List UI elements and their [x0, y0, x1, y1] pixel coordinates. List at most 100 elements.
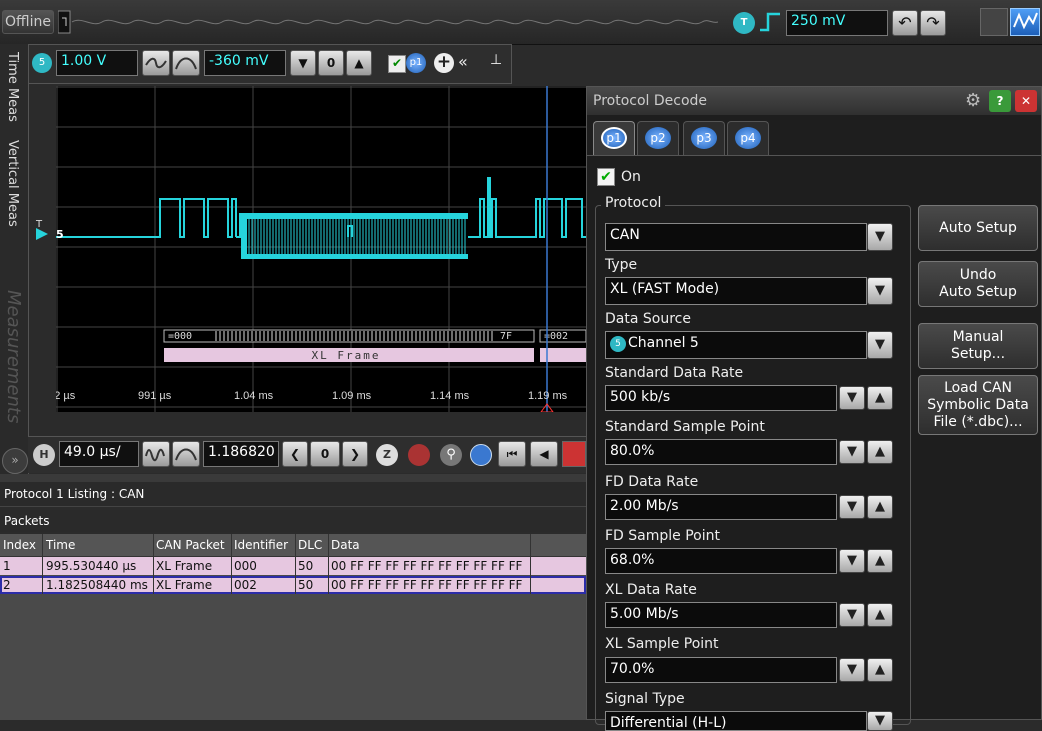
fd-sp-up-icon[interactable]: ▲	[867, 549, 893, 573]
protocol-dropdown-icon[interactable]: ▼	[867, 223, 893, 251]
zoom-icon[interactable]: Z	[376, 444, 398, 466]
protocol-select[interactable]: CAN	[605, 223, 867, 251]
data-source-select[interactable]: 5 Channel 5	[605, 331, 867, 359]
fd-rate-down-icon[interactable]: ▼	[839, 495, 865, 519]
listing-splitter[interactable]	[0, 474, 586, 482]
fd-rate-up-icon[interactable]: ▲	[867, 495, 893, 519]
redo-icon[interactable]: ↷	[920, 10, 946, 36]
xl-rate-field[interactable]: 5.00 Mb/s	[605, 602, 837, 628]
increase-scale-icon[interactable]	[172, 50, 200, 76]
clock-icon[interactable]	[470, 444, 492, 466]
waveform-overview[interactable]	[58, 10, 718, 34]
load-can-dbc-button[interactable]: Load CAN Symbolic Data File (*.dbc)...	[918, 375, 1038, 435]
tab-p4[interactable]: p4	[727, 121, 769, 155]
col-data[interactable]: Data	[331, 538, 360, 552]
rising-edge-icon[interactable]	[758, 10, 784, 34]
settings-icon[interactable]: ⚙	[965, 90, 987, 112]
tab-p1[interactable]: p1	[593, 121, 635, 155]
std-rate-field[interactable]: 500 kb/s	[605, 385, 837, 411]
stop-icon[interactable]	[562, 441, 586, 467]
vertical-scale-field[interactable]: 1.00 V	[56, 50, 138, 76]
xl-sp-up-icon[interactable]: ▲	[867, 658, 893, 682]
listing-title: Protocol 1 Listing : CAN	[4, 487, 145, 501]
col-identifier[interactable]: Identifier	[234, 538, 288, 552]
horizontal-position-field[interactable]: 1.186820	[203, 441, 279, 467]
trigger-level-field[interactable]: 250 mV	[786, 10, 888, 36]
offset-up-icon[interactable]: ▲	[346, 50, 372, 76]
tab-p3[interactable]: p3	[683, 121, 725, 155]
type-select[interactable]: XL (FAST Mode)	[605, 277, 867, 305]
fd-rate-label: FD Data Rate	[605, 474, 699, 490]
signal-type-dropdown-icon[interactable]: ▼	[867, 711, 893, 731]
tab-p2[interactable]: p2	[637, 121, 679, 155]
std-rate-down-icon[interactable]: ▼	[839, 386, 865, 410]
trigger-marker: T	[36, 219, 43, 230]
help-icon[interactable]: ?	[989, 90, 1011, 112]
std-sp-down-icon[interactable]: ▼	[839, 440, 865, 464]
position-right-icon[interactable]: ❯	[342, 441, 368, 467]
xl-rate-down-icon[interactable]: ▼	[839, 603, 865, 627]
std-sp-field[interactable]: 80.0%	[605, 439, 837, 465]
xl-rate-up-icon[interactable]: ▲	[867, 603, 893, 627]
data-source-label: Data Source	[605, 311, 691, 327]
step-back-icon[interactable]: ◀	[530, 441, 558, 467]
col-can-packet[interactable]: CAN Packet	[156, 538, 225, 552]
add-icon[interactable]: +	[434, 53, 454, 73]
auto-scale-icon[interactable]	[1010, 8, 1040, 36]
position-zero-icon[interactable]: 0	[310, 441, 340, 467]
side-tab-vertical-meas[interactable]: Vertical Meas	[5, 140, 20, 240]
decrease-scale-icon[interactable]	[142, 50, 170, 76]
waveform-display[interactable]: =000 7F =002 XL Frame 942 µs991 µs1.04 m…	[56, 86, 586, 412]
undo-auto-setup-button[interactable]: Undo Auto Setup	[918, 261, 1038, 307]
pin-icon[interactable]: ⊥	[490, 52, 506, 72]
horizontal-badge[interactable]: H	[33, 444, 55, 466]
grid-icon[interactable]	[408, 444, 430, 466]
col-time[interactable]: Time	[46, 538, 75, 552]
collapse-icon[interactable]: «	[458, 52, 478, 72]
frame-start-label: =000	[168, 331, 192, 342]
col-dlc[interactable]: DLC	[298, 538, 322, 552]
std-sp-up-icon[interactable]: ▲	[867, 440, 893, 464]
offline-status[interactable]: Offline	[2, 10, 54, 34]
panel-title: Protocol Decode	[593, 93, 708, 109]
timebase-increase-icon[interactable]	[172, 441, 200, 467]
skip-start-icon[interactable]: ⏮	[498, 441, 526, 467]
xl-sp-down-icon[interactable]: ▼	[839, 658, 865, 682]
channel-5-badge[interactable]: 5	[32, 53, 52, 73]
on-label: On	[621, 169, 641, 185]
signal-type-select[interactable]: Differential (H-L)	[605, 711, 867, 731]
xl-sp-field[interactable]: 70.0%	[605, 657, 837, 683]
undo-icon[interactable]: ↶	[892, 10, 918, 36]
type-dropdown-icon[interactable]: ▼	[867, 277, 893, 305]
p1-badge[interactable]: p1	[406, 53, 426, 73]
col-index[interactable]: Index	[3, 538, 36, 552]
table-row[interactable]: 1 995.530440 µs XL Frame 000 50 00 FF FF…	[0, 557, 586, 575]
fd-sp-field[interactable]: 68.0%	[605, 548, 837, 574]
auto-setup-button[interactable]: Auto Setup	[918, 205, 1038, 251]
offset-field[interactable]: -360 mV	[204, 50, 286, 76]
layout-icon[interactable]	[980, 8, 1008, 36]
search-icon[interactable]: ⚲	[440, 444, 462, 466]
std-sp-label: Standard Sample Point	[605, 419, 765, 435]
expand-icon[interactable]: »	[2, 448, 28, 474]
position-left-icon[interactable]: ❮	[282, 441, 308, 467]
timebase-decrease-icon[interactable]	[142, 441, 170, 467]
data-source-dropdown-icon[interactable]: ▼	[867, 331, 893, 359]
manual-setup-button[interactable]: Manual Setup...	[918, 323, 1038, 369]
offset-down-icon[interactable]: ▼	[290, 50, 316, 76]
fd-sp-down-icon[interactable]: ▼	[839, 549, 865, 573]
packet-table: Index Time CAN Packet Identifier DLC Dat…	[0, 534, 586, 720]
table-row[interactable]: 2 1.182508440 ms XL Frame 002 50 00 FF F…	[0, 576, 586, 594]
type-label: Type	[605, 257, 638, 273]
on-checkbox[interactable]: ✔	[597, 168, 615, 186]
std-rate-up-icon[interactable]: ▲	[867, 386, 893, 410]
side-tab-time-meas[interactable]: Time Meas	[5, 52, 20, 132]
trigger-badge[interactable]: T	[733, 12, 755, 34]
timebase-field[interactable]: 49.0 µs/	[59, 441, 139, 467]
side-tab-measurements[interactable]: Measurements	[3, 290, 24, 440]
channel-marker: 5	[56, 228, 64, 241]
fd-rate-field[interactable]: 2.00 Mb/s	[605, 494, 837, 520]
close-icon[interactable]: ✕	[1015, 90, 1037, 112]
offset-zero-icon[interactable]: 0	[318, 50, 344, 76]
display-checkbox[interactable]: ✔	[388, 55, 406, 73]
